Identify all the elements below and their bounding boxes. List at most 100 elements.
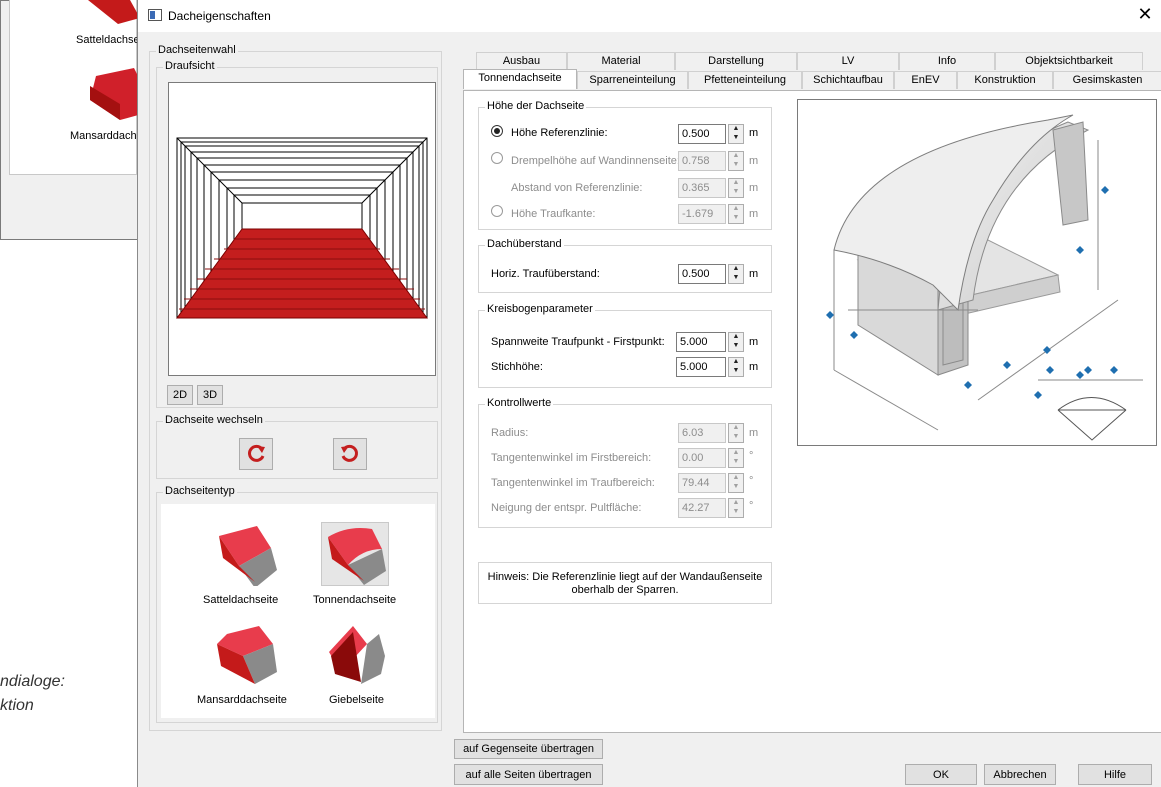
tab-material[interactable]: Material [567,52,675,70]
side-text-1: ndialoge: [0,673,65,690]
background-panel: Satteldachse Mansarddachs [9,0,142,175]
spann-spinner[interactable]: ▲ ▼ [728,332,744,352]
traufwinkel-spinner[interactable]: ▲ ▼ [728,473,744,493]
abstand-input[interactable] [678,178,726,198]
stich-spinner[interactable]: ▲ ▼ [728,357,744,377]
auf-alle-seiten-button[interactable]: auf alle Seiten übertragen [454,764,603,785]
tab-sparreneinteilung[interactable]: Sparreneinteilung [577,71,688,89]
draufsicht-title: Draufsicht [163,60,217,72]
traufkante-input[interactable] [678,204,726,224]
tab-info[interactable]: Info [899,52,995,70]
ref-label: Höhe Referenzlinie: [511,127,608,139]
tab-schichtaufbau[interactable]: Schichtaufbau [802,71,894,89]
tab-darstellung[interactable]: Darstellung [675,52,797,70]
rotate-counterclockwise-icon [341,444,358,462]
traufkante-spinner[interactable]: ▲ ▼ [728,204,744,224]
draufsicht-drawing [176,137,428,319]
stich-unit: m [749,361,759,373]
stich-input[interactable] [676,357,726,377]
firstwinkel-input[interactable] [678,448,726,468]
preview-panel [797,99,1157,446]
neigung-input[interactable] [678,498,726,518]
traufkante-label: Höhe Traufkante: [511,208,596,220]
spann-unit: m [749,336,759,348]
kontroll-group: Kontrollwerte Radius: ▲▼ m Tangentenwink… [478,397,772,528]
neigung-spinner[interactable]: ▲ ▼ [728,498,744,518]
abstand-unit: m [749,182,759,194]
ref-input[interactable] [678,124,726,144]
view-2d-button[interactable]: 2D [167,385,193,405]
drempel-unit: m [749,155,759,167]
bg-label-top: Satteldachse [76,34,140,46]
dachseitenwahl-group: Dachseitenwahl Draufsicht 2D 3D Dachseit… [149,44,442,731]
giebelseite-icon [329,626,385,684]
drempel-spinner[interactable]: ▲ ▼ [728,151,744,171]
ref-unit: m [749,127,759,139]
tab-enev[interactable]: EnEV [894,71,957,89]
type-label-tonnen: Tonnendachseite [313,594,397,606]
radio-traufkante[interactable] [491,205,503,217]
rotate-clockwise-icon [248,444,265,462]
mansard-roof-icon [90,68,142,120]
hoehe-group: Höhe der Dachseite Höhe Referenzlinie: ▲… [478,100,772,230]
auf-gegenseite-button[interactable]: auf Gegenseite übertragen [454,739,603,759]
ueberstand-input[interactable] [678,264,726,284]
ueberstand-unit: m [749,268,759,280]
firstwinkel-unit: ° [749,450,754,462]
tab-gesimskasten[interactable]: Gesimskasten [1053,71,1161,89]
ok-button[interactable]: OK [905,764,977,785]
dachseitentyp-title: Dachseitentyp [163,485,237,497]
type-label-giebel: Giebelseite [329,694,385,706]
view-3d-button[interactable]: 3D [197,385,223,405]
abstand-spinner[interactable]: ▲ ▼ [728,178,744,198]
hilfe-button[interactable]: Hilfe [1078,764,1152,785]
tab-lv[interactable]: LV [797,52,899,70]
firstwinkel-spinner[interactable]: ▲ ▼ [728,448,744,468]
type-tile-sattel[interactable] [213,522,281,588]
dialog-title: Dacheigenschaften [168,9,271,23]
roof-preview-drawing [826,114,1143,441]
mansarddach-icon [217,626,277,684]
radius-input[interactable] [678,423,726,443]
rotate-clockwise-button[interactable] [239,438,273,470]
kontroll-title: Kontrollwerte [485,397,554,409]
close-icon[interactable]: ✕ [1134,4,1156,25]
traufwinkel-label: Tangentenwinkel im Traufbereich: [491,477,655,489]
radius-spinner[interactable]: ▲ ▼ [728,423,744,443]
traufkante-unit: m [749,208,759,220]
abstand-label: Abstand von Referenzlinie: [511,182,643,194]
traufwinkel-input[interactable] [678,473,726,493]
ueberstand-spinner[interactable]: ▲ ▼ [728,264,744,284]
kreis-title: Kreisbogenparameter [485,303,595,315]
traufwinkel-unit: ° [749,475,754,487]
tab-bar: Ausbau Material Darstellung LV Info Obje… [463,52,1161,92]
drempel-input[interactable] [678,151,726,171]
drempel-label: Drempelhöhe auf Wandinnenseite: [511,155,680,167]
tab-ausbau[interactable]: Ausbau [476,52,567,70]
dachseitenwahl-title: Dachseitenwahl [156,44,238,56]
ref-spinner[interactable]: ▲ ▼ [728,124,744,144]
tab-tonnendachseite[interactable]: Tonnendachseite [463,69,577,89]
type-tile-mansard[interactable] [213,622,281,686]
dachseite-wechseln-title: Dachseite wechseln [163,414,265,426]
ueberstand-label: Horiz. Traufüberstand: [491,268,600,280]
tab-konstruktion[interactable]: Konstruktion [957,71,1053,89]
bg-label-bottom: Mansarddachs [70,130,143,142]
rotate-counterclockwise-button[interactable] [333,438,367,470]
tab-objektsichtbarkeit[interactable]: Objektsichtbarkeit [995,52,1143,70]
type-label-mansard: Mansarddachseite [197,694,287,706]
window-icon [148,9,162,21]
title-bar: Dacheigenschaften ✕ [138,0,1161,32]
tab-pfetteneinteilung[interactable]: Pfetteneinteilung [688,71,802,89]
radio-drempelhoehe[interactable] [491,152,503,164]
dialog-window: Dacheigenschaften ✕ Dachseitenwahl Drauf… [137,0,1161,787]
type-tile-giebel[interactable] [321,622,389,686]
dachseite-wechseln-group: Dachseite wechseln [156,414,438,479]
radio-referenzlinie[interactable] [491,125,503,137]
kreis-group: Kreisbogenparameter Spannweite Traufpunk… [478,303,772,388]
sattel-roof-icon [88,0,140,24]
spann-input[interactable] [676,332,726,352]
abbrechen-button[interactable]: Abbrechen [984,764,1056,785]
type-tile-tonnen[interactable] [321,522,389,586]
draufsicht-view[interactable] [168,82,436,376]
